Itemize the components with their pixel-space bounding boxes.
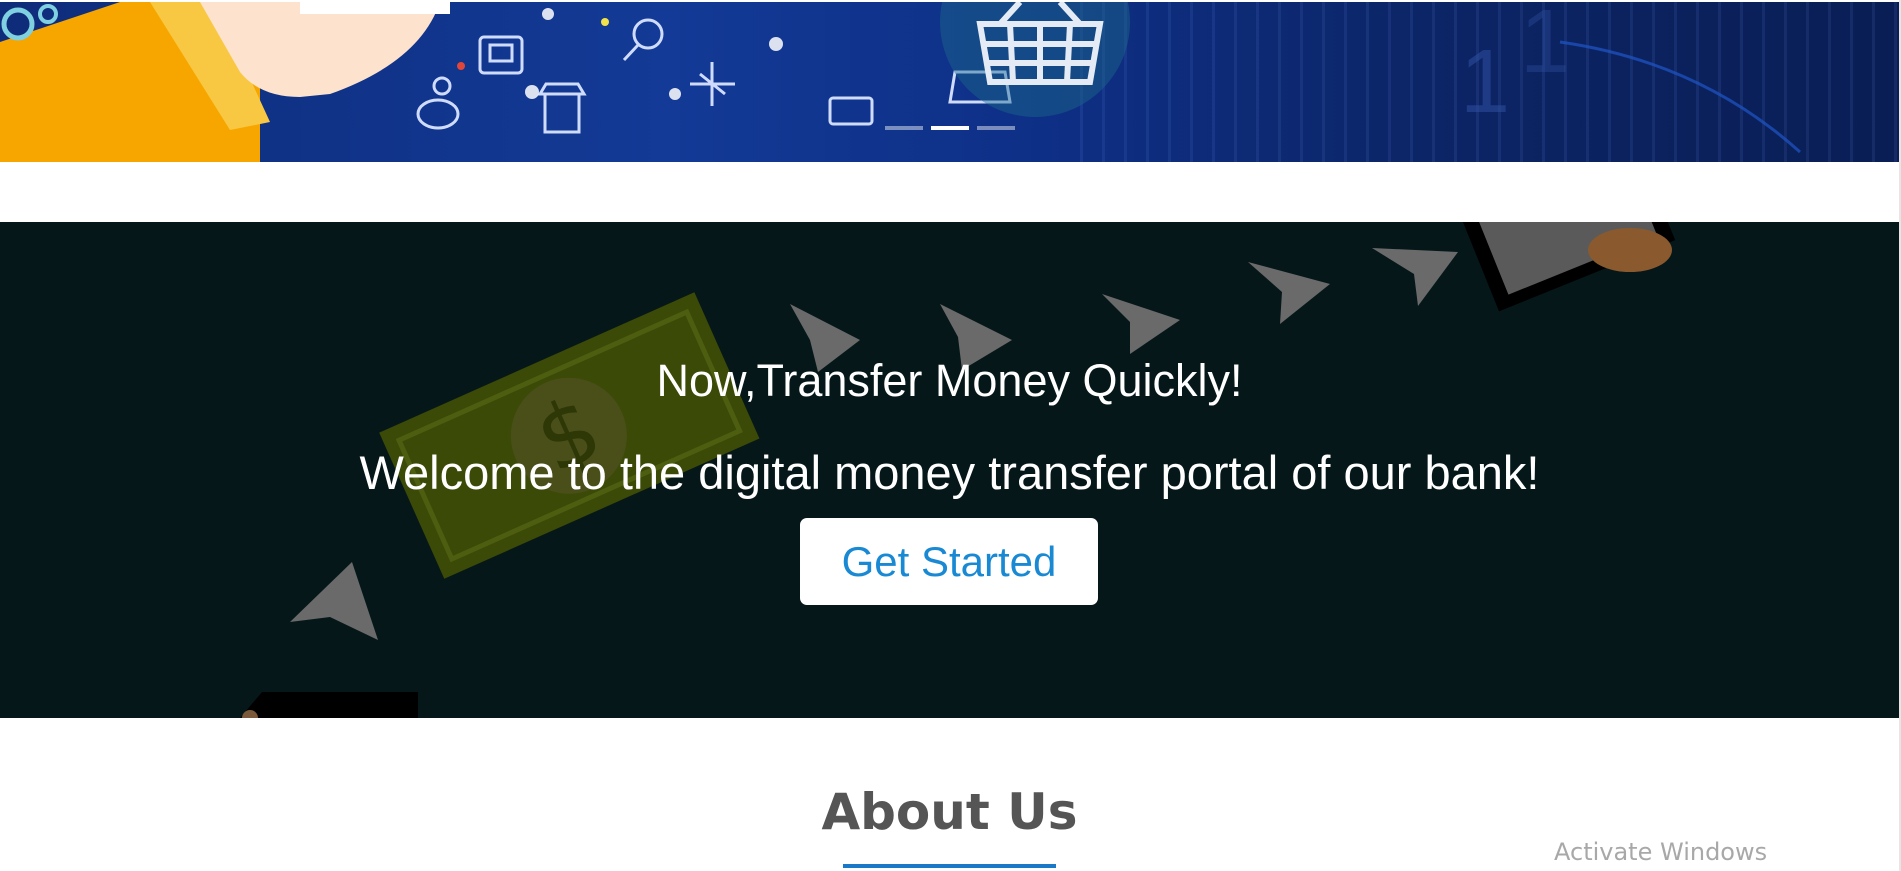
page: 1 1 $ Now,Transfer Money Quickly! Welcom… (0, 0, 1901, 871)
transfer-subtitle: Welcome to the digital money transfer po… (359, 446, 1540, 499)
shop-icon (543, 92, 581, 134)
carousel-indicator-3[interactable] (977, 126, 1015, 130)
cash-register-icon (478, 35, 524, 75)
airplane-icon (690, 62, 735, 106)
screen-icon (488, 43, 514, 63)
svg-text:1: 1 (1520, 2, 1570, 92)
search-handle-icon (622, 43, 640, 62)
transfer-title: Now,Transfer Money Quickly! (656, 355, 1243, 406)
shop-awning-icon (537, 82, 587, 96)
gear-icon (1, 7, 35, 41)
about-us-underline (843, 864, 1056, 868)
banknote-illustration: $ (379, 292, 760, 579)
about-us-heading: About Us (821, 783, 1078, 841)
svg-text:1: 1 (1460, 32, 1510, 132)
hero-carousel[interactable]: 1 1 (0, 2, 1899, 162)
activate-windows-watermark: Activate Windows (1554, 838, 1768, 866)
carousel-indicators (885, 126, 1015, 130)
coin-icon (432, 76, 452, 96)
carousel-indicator-1[interactable] (885, 126, 923, 130)
get-started-button[interactable]: Get Started (800, 518, 1098, 605)
carousel-indicator-2[interactable] (931, 126, 969, 130)
phone-illustration (1454, 222, 1676, 312)
card-shape (300, 2, 450, 14)
piggy-bank-icon (416, 98, 460, 130)
carousel-slide-image: 1 1 (0, 2, 1802, 162)
wallet-illustration (240, 692, 418, 718)
search-icon (632, 18, 664, 50)
gear-icon (38, 4, 58, 24)
basket-glow (940, 2, 1130, 117)
banknote-icon (828, 96, 874, 126)
